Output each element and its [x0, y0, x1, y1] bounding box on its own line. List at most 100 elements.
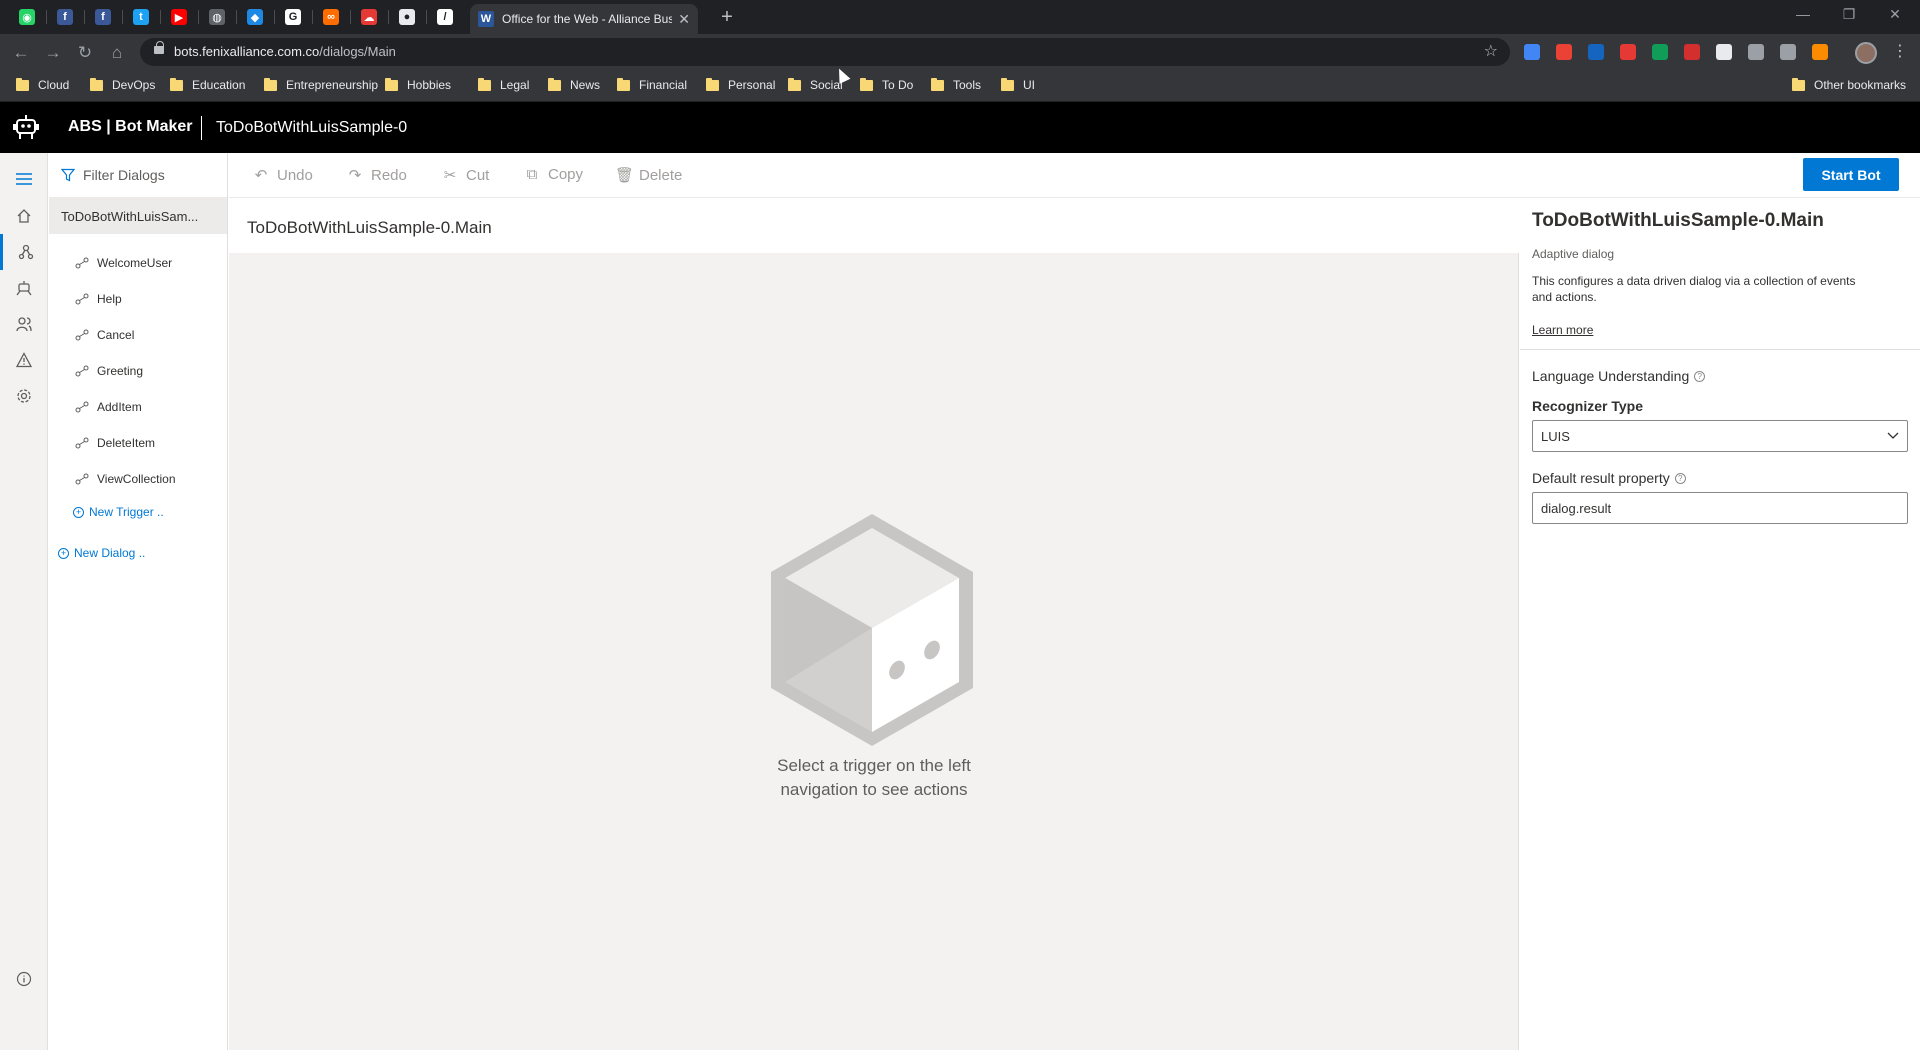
- bookmark-folder[interactable]: DevOps: [90, 77, 155, 92]
- pinned-tab[interactable]: f: [91, 5, 115, 29]
- chevron-down-icon: [1887, 432, 1899, 439]
- browser-tab-active[interactable]: W Office for the Web - Alliance Bus ✕: [470, 4, 698, 34]
- extension-icon[interactable]: [1780, 44, 1796, 60]
- folder-icon: [617, 77, 630, 91]
- bookmark-folder[interactable]: UI: [1001, 77, 1035, 92]
- avatar[interactable]: [1855, 42, 1877, 64]
- copy-icon: ⧉: [526, 166, 538, 183]
- home-icon[interactable]: ⌂: [106, 42, 128, 64]
- dialog-item-main[interactable]: ToDoBotWithLuisSam...: [49, 198, 227, 234]
- redo-button[interactable]: ↷ Redo: [347, 166, 407, 185]
- bot-responses-icon[interactable]: [0, 270, 48, 306]
- extension-icon[interactable]: [1812, 44, 1828, 60]
- globe-icon: ◍: [209, 9, 225, 25]
- bookmark-folder[interactable]: Social: [788, 77, 843, 92]
- browser-menu-icon[interactable]: ⋮: [1892, 41, 1908, 61]
- filter-dialogs-input[interactable]: Filter Dialogs: [49, 153, 227, 198]
- canvas-header: ToDoBotWithLuisSample-0.Main: [229, 198, 1519, 253]
- trigger-item[interactable]: AddItem: [75, 397, 142, 417]
- pinned-tab[interactable]: G: [281, 5, 305, 29]
- bookmark-folder[interactable]: Financial: [617, 77, 687, 92]
- dialogs-icon[interactable]: [0, 234, 48, 270]
- bookmark-folder[interactable]: Personal: [706, 77, 775, 92]
- delete-button[interactable]: 🗑 Delete: [615, 166, 682, 185]
- folder-icon: [1001, 77, 1014, 91]
- extension-icon[interactable]: [1588, 44, 1604, 60]
- close-window-button[interactable]: ✕: [1880, 6, 1910, 23]
- bookmark-folder[interactable]: Hobbies: [385, 77, 451, 92]
- bookmark-folder[interactable]: Entrepreneurship: [264, 77, 378, 92]
- pinned-tab[interactable]: ◆: [243, 5, 267, 29]
- default-result-field[interactable]: dialog.result: [1532, 492, 1908, 524]
- extension-icon[interactable]: [1716, 44, 1732, 60]
- trigger-item[interactable]: Help: [75, 289, 122, 309]
- trigger-item[interactable]: Cancel: [75, 325, 134, 345]
- bookmark-folder[interactable]: To Do: [860, 77, 913, 92]
- learn-more-link[interactable]: Learn more: [1532, 323, 1593, 337]
- extension-icon[interactable]: [1652, 44, 1668, 60]
- pinned-tab[interactable]: ◍: [205, 5, 229, 29]
- recognizer-type-select[interactable]: LUIS: [1532, 420, 1908, 452]
- bookmark-folder[interactable]: Legal: [478, 77, 529, 92]
- settings-icon[interactable]: [0, 378, 48, 414]
- users-icon[interactable]: [0, 306, 48, 342]
- copy-button[interactable]: ⧉ Copy: [524, 166, 583, 183]
- home-icon[interactable]: [0, 198, 48, 234]
- info-icon[interactable]: [0, 961, 48, 997]
- extension-icon[interactable]: [1748, 44, 1764, 60]
- bookmark-folder[interactable]: News: [548, 77, 600, 92]
- start-bot-button[interactable]: Start Bot: [1803, 158, 1899, 191]
- tab-separator: [46, 10, 47, 24]
- pinned-tab[interactable]: /: [433, 5, 457, 29]
- facebook-icon: f: [57, 9, 73, 25]
- trigger-item[interactable]: ViewCollection: [75, 469, 176, 489]
- folder-icon: [16, 77, 29, 91]
- pinned-tab[interactable]: ◉: [15, 5, 39, 29]
- lock-icon: [154, 41, 164, 54]
- trigger-icon: [75, 257, 89, 269]
- extension-icon[interactable]: [1524, 44, 1540, 60]
- app-brand: ABS | Bot Maker: [68, 118, 193, 135]
- pinned-tab[interactable]: ∞: [319, 5, 343, 29]
- trigger-item[interactable]: WelcomeUser: [75, 253, 172, 273]
- pinned-tab[interactable]: ▶: [167, 5, 191, 29]
- reload-icon[interactable]: ↻: [74, 42, 96, 64]
- divider: [1520, 349, 1920, 350]
- bookmark-folder[interactable]: Education: [170, 77, 245, 92]
- trigger-item[interactable]: DeleteItem: [75, 433, 155, 453]
- notifications-icon[interactable]: [0, 342, 48, 378]
- extension-icon[interactable]: [1556, 44, 1572, 60]
- address-bar[interactable]: bots.fenixalliance.com.co/dialogs/Main ☆: [140, 38, 1510, 66]
- bookmark-folder[interactable]: Cloud: [16, 77, 69, 92]
- undo-button[interactable]: ↶ Undo: [253, 166, 313, 185]
- cut-button[interactable]: ✂ Cut: [442, 166, 490, 185]
- pinned-tab[interactable]: ☁: [357, 5, 381, 29]
- github-icon: ●: [399, 9, 415, 25]
- back-icon[interactable]: ←: [10, 42, 32, 64]
- help-icon[interactable]: ?: [1674, 472, 1686, 484]
- minimize-button[interactable]: —: [1788, 6, 1818, 22]
- pinned-tab[interactable]: f: [53, 5, 77, 29]
- extension-icon[interactable]: [1684, 44, 1700, 60]
- trigger-item[interactable]: Greeting: [75, 361, 143, 381]
- extension-icon[interactable]: [1620, 44, 1636, 60]
- restore-button[interactable]: ❐: [1834, 6, 1864, 23]
- pinned-tab[interactable]: ●: [395, 5, 419, 29]
- other-bookmarks[interactable]: Other bookmarks: [1792, 77, 1906, 92]
- help-icon[interactable]: ?: [1694, 370, 1706, 382]
- new-tab-button[interactable]: +: [716, 6, 738, 28]
- new-dialog-link[interactable]: + New Dialog ..: [58, 546, 145, 560]
- empty-cube-illustration: [771, 514, 973, 746]
- close-icon[interactable]: ✕: [678, 11, 690, 28]
- forward-icon[interactable]: →: [42, 42, 64, 64]
- tab-separator: [198, 10, 199, 24]
- menu-icon[interactable]: [0, 161, 48, 197]
- trigger-icon: [75, 365, 89, 377]
- default-result-label: Default result property?: [1532, 470, 1686, 486]
- bookmark-folder[interactable]: Tools: [931, 77, 981, 92]
- tab-separator: [160, 10, 161, 24]
- bookmark-star-icon[interactable]: ☆: [1484, 41, 1498, 61]
- word-icon: W: [478, 11, 494, 27]
- pinned-tab[interactable]: t: [129, 5, 153, 29]
- new-trigger-link[interactable]: + New Trigger ..: [73, 505, 164, 519]
